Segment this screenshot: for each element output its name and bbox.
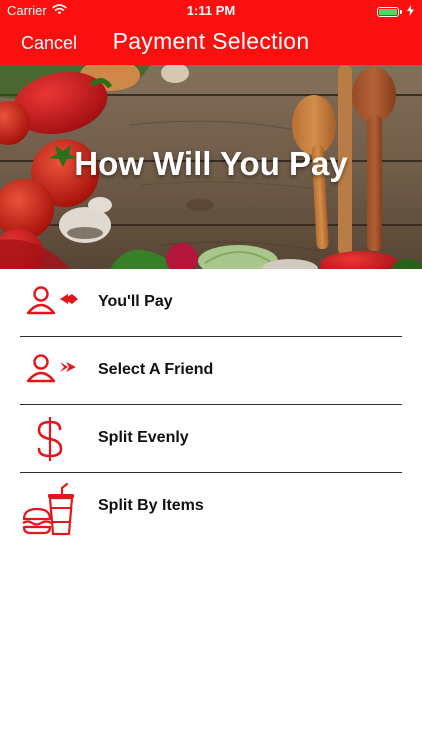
option-split-by-items[interactable]: Split By Items	[0, 473, 422, 541]
option-youll-pay[interactable]: You'll Pay	[0, 269, 422, 337]
option-label: Split Evenly	[98, 429, 189, 446]
hero-title: How Will You Pay	[74, 145, 348, 182]
charging-icon	[407, 4, 414, 19]
dollar-icon	[20, 414, 80, 464]
person-arrow-left-icon	[20, 278, 80, 328]
navigation-bar: Cancel Payment Selection	[0, 22, 422, 65]
option-label: You'll Pay	[98, 293, 173, 310]
top-bar: Carrier 1:11 PM Cancel Payment Selection	[0, 0, 422, 65]
battery-icon	[377, 6, 402, 17]
status-time: 1:11 PM	[186, 3, 236, 18]
person-arrow-right-icon	[20, 346, 80, 396]
option-split-evenly[interactable]: Split Evenly	[0, 405, 422, 473]
battery-indicator	[377, 4, 414, 19]
payment-options-list: You'll Pay Select A Friend Split Evenly …	[0, 269, 422, 541]
battery-level	[379, 8, 397, 15]
payment-selection-screen: Carrier 1:11 PM Cancel Payment Selection…	[0, 0, 422, 750]
page-title: Payment Selection	[112, 28, 310, 54]
option-label: Select A Friend	[98, 361, 214, 378]
status-bar: Carrier 1:11 PM	[0, 0, 422, 22]
burger-drink-icon	[20, 482, 80, 536]
hero-banner: How Will You Pay	[0, 65, 422, 269]
option-select-a-friend[interactable]: Select A Friend	[0, 337, 422, 405]
option-label: Split By Items	[98, 497, 204, 514]
